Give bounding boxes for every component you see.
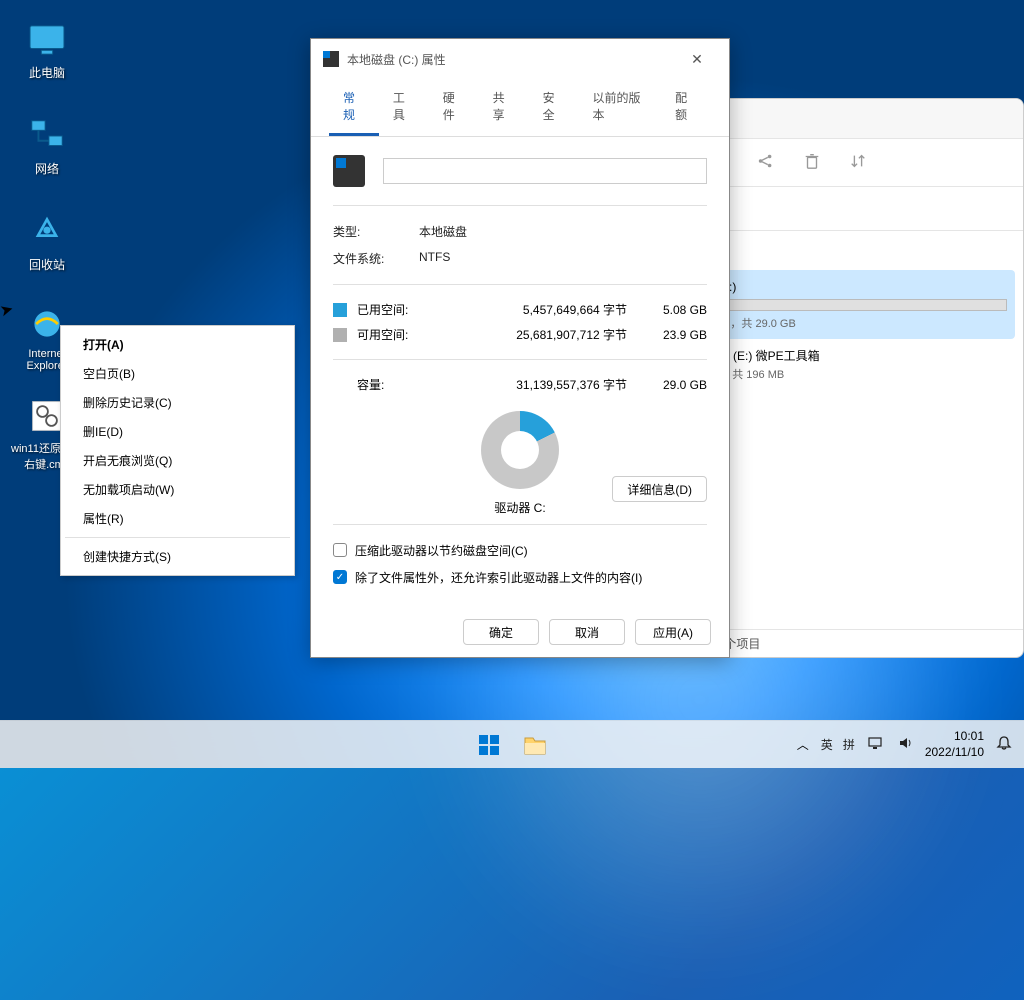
free-label: 可用空间: (357, 326, 429, 343)
tab-sharing[interactable]: 共享 (479, 79, 529, 136)
properties-dialog: 本地磁盘 (C:) 属性 ✕ 常规 工具 硬件 共享 安全 以前的版本 配额 类… (310, 38, 730, 658)
context-menu: 打开(A) 空白页(B) 删除历史记录(C) 删IE(D) 开启无痕浏览(Q) … (60, 325, 295, 576)
start-button[interactable] (469, 725, 509, 765)
fs-value: NTFS (419, 250, 450, 267)
separator (333, 284, 707, 285)
pie-label: 驱动器 C: (494, 499, 545, 516)
taskbar: ︿ 英 拼 10:01 2022/11/10 (0, 720, 1024, 768)
desktop-icon-label: 网络 (35, 160, 59, 177)
separator (333, 205, 707, 206)
desktop-icon-recycle-bin[interactable]: 回收站 (10, 202, 84, 282)
usage-pie-chart (481, 411, 559, 489)
dialog-tabs: 常规 工具 硬件 共享 安全 以前的版本 配额 (311, 79, 729, 137)
desktop-icon-this-pc[interactable]: 此电脑 (10, 10, 84, 90)
compress-label: 压缩此驱动器以节约磁盘空间(C) (355, 542, 528, 559)
cancel-button[interactable]: 取消 (549, 619, 625, 645)
share-icon[interactable] (757, 152, 775, 173)
drive-icon (323, 51, 339, 67)
dialog-title: 本地磁盘 (C:) 属性 (347, 51, 677, 68)
tray-chevron-icon[interactable]: ︿ (797, 736, 809, 753)
context-menu-properties[interactable]: 属性(R) (63, 504, 292, 533)
sort-icon[interactable] (849, 152, 867, 173)
network-icon (27, 116, 67, 156)
used-gb: 5.08 GB (647, 303, 707, 317)
index-label: 除了文件属性外，还允许索引此驱动器上文件的内容(I) (355, 569, 642, 586)
free-bytes: 25,681,907,712 字节 (429, 326, 647, 343)
capacity-label: 容量: (357, 376, 429, 393)
tab-quota[interactable]: 配额 (661, 79, 711, 136)
context-menu-separator (65, 537, 290, 538)
clock-time: 10:01 (925, 729, 984, 745)
network-tray-icon[interactable] (867, 735, 885, 754)
recycle-bin-icon (27, 212, 67, 252)
taskbar-clock[interactable]: 10:01 2022/11/10 (925, 729, 984, 760)
type-value: 本地磁盘 (419, 223, 467, 240)
details-button[interactable]: 详细信息(D) (612, 476, 707, 502)
close-button[interactable]: ✕ (677, 44, 717, 74)
drive-icon (333, 155, 365, 187)
drive-name-input[interactable] (383, 158, 707, 184)
apply-button[interactable]: 应用(A) (635, 619, 711, 645)
capacity-gb: 29.0 GB (647, 378, 707, 392)
index-checkbox[interactable]: ✓ (333, 570, 347, 584)
taskbar-explorer-icon[interactable] (515, 725, 555, 765)
capacity-bytes: 31,139,557,376 字节 (429, 376, 647, 393)
free-swatch (333, 328, 347, 342)
used-bytes: 5,457,649,664 字节 (429, 301, 647, 318)
taskbar-tray: ︿ 英 拼 10:01 2022/11/10 (797, 729, 1020, 760)
context-menu-no-addons[interactable]: 无加载项启动(W) (63, 475, 292, 504)
used-swatch (333, 303, 347, 317)
compress-checkbox[interactable] (333, 543, 347, 557)
context-menu-delete-history[interactable]: 删除历史记录(C) (63, 388, 292, 417)
desktop-icon-label: 回收站 (29, 256, 65, 273)
type-label: 类型: (333, 223, 419, 240)
tab-general[interactable]: 常规 (329, 79, 379, 136)
taskbar-center (469, 725, 555, 765)
desktop-icon-network[interactable]: 网络 (10, 106, 84, 186)
free-gb: 23.9 GB (647, 328, 707, 342)
dialog-titlebar[interactable]: 本地磁盘 (C:) 属性 ✕ (311, 39, 729, 79)
separator (333, 359, 707, 360)
tab-security[interactable]: 安全 (529, 79, 579, 136)
tab-tools[interactable]: 工具 (379, 79, 429, 136)
monitor-icon (27, 20, 67, 60)
context-menu-inprivate[interactable]: 开启无痕浏览(Q) (63, 446, 292, 475)
notifications-tray-icon[interactable] (996, 735, 1012, 754)
clock-date: 2022/11/10 (925, 745, 984, 761)
ime-mode[interactable]: 拼 (843, 736, 855, 753)
context-menu-delete-ie[interactable]: 删IE(D) (63, 417, 292, 446)
tab-previous-versions[interactable]: 以前的版本 (578, 79, 661, 136)
dialog-body: 类型: 本地磁盘 文件系统: NTFS 已用空间: 5,457,649,664 … (311, 137, 729, 609)
fs-label: 文件系统: (333, 250, 419, 267)
ok-button[interactable]: 确定 (463, 619, 539, 645)
delete-icon[interactable] (803, 152, 821, 173)
context-menu-open[interactable]: 打开(A) (63, 330, 292, 359)
tab-hardware[interactable]: 硬件 (429, 79, 479, 136)
context-menu-blank-page[interactable]: 空白页(B) (63, 359, 292, 388)
ime-lang[interactable]: 英 (821, 736, 833, 753)
used-label: 已用空间: (357, 301, 429, 318)
context-menu-create-shortcut[interactable]: 创建快捷方式(S) (63, 542, 292, 571)
dialog-footer: 确定 取消 应用(A) (463, 619, 711, 645)
desktop-icon-label: 此电脑 (29, 64, 65, 81)
volume-tray-icon[interactable] (897, 735, 913, 754)
separator (333, 524, 707, 525)
